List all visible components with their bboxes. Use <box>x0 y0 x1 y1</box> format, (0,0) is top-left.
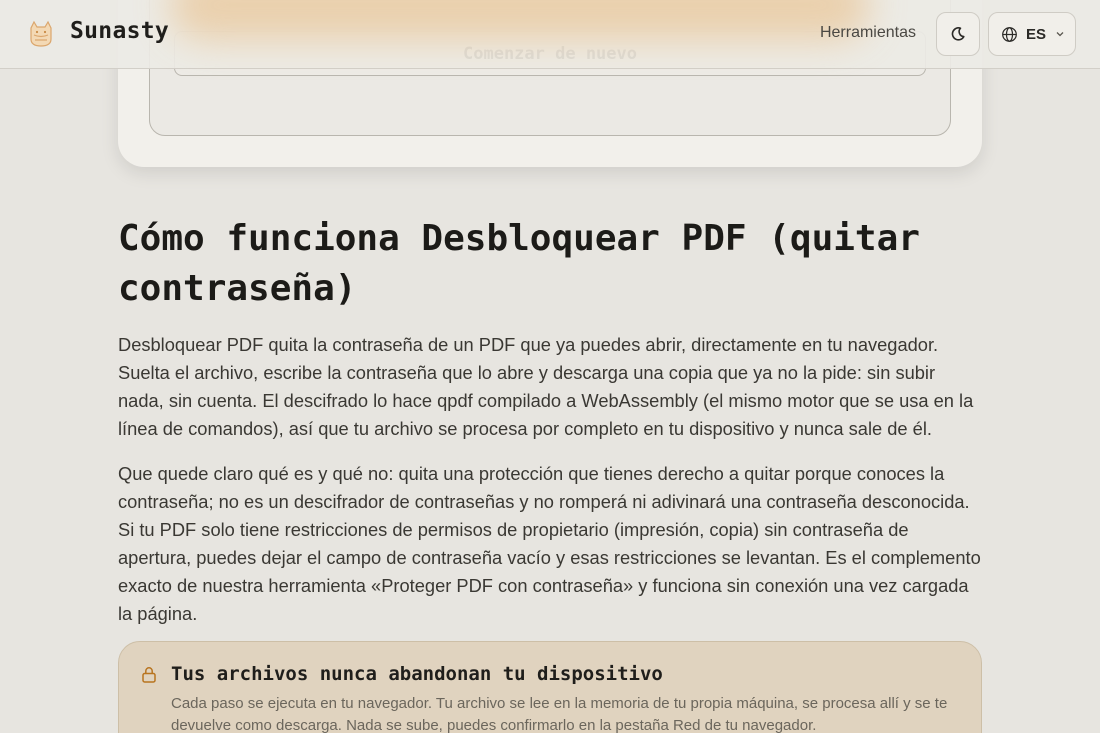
page-title: Cómo funciona Desbloquear PDF (quitar co… <box>118 218 920 309</box>
notice-title: Tus archivos nunca abandonan tu disposit… <box>171 663 663 685</box>
language-code: ES <box>1026 25 1047 43</box>
site-header: Sunasty Herramientas ES <box>0 0 1100 69</box>
notice-body: Cada paso se ejecuta en tu navegador. Tu… <box>171 695 948 733</box>
nav-tools-link[interactable]: Herramientas <box>820 24 916 42</box>
details-paragraph: Que quede claro qué es y qué no: quita u… <box>118 463 981 624</box>
theme-toggle-button[interactable] <box>936 12 980 56</box>
language-selector[interactable]: ES <box>988 12 1076 56</box>
header-glow <box>170 0 870 40</box>
chevron-down-icon <box>1056 32 1064 37</box>
privacy-notice: Tus archivos nunca abandonan tu disposit… <box>118 641 982 733</box>
intro-paragraph: Desbloquear PDF quita la contraseña de u… <box>118 334 974 439</box>
lock-icon <box>142 667 156 683</box>
globe-icon <box>1002 26 1017 42</box>
moon-icon <box>951 27 965 41</box>
brand-name[interactable]: Sunasty <box>70 18 169 44</box>
cat-logo-icon[interactable] <box>26 19 56 49</box>
